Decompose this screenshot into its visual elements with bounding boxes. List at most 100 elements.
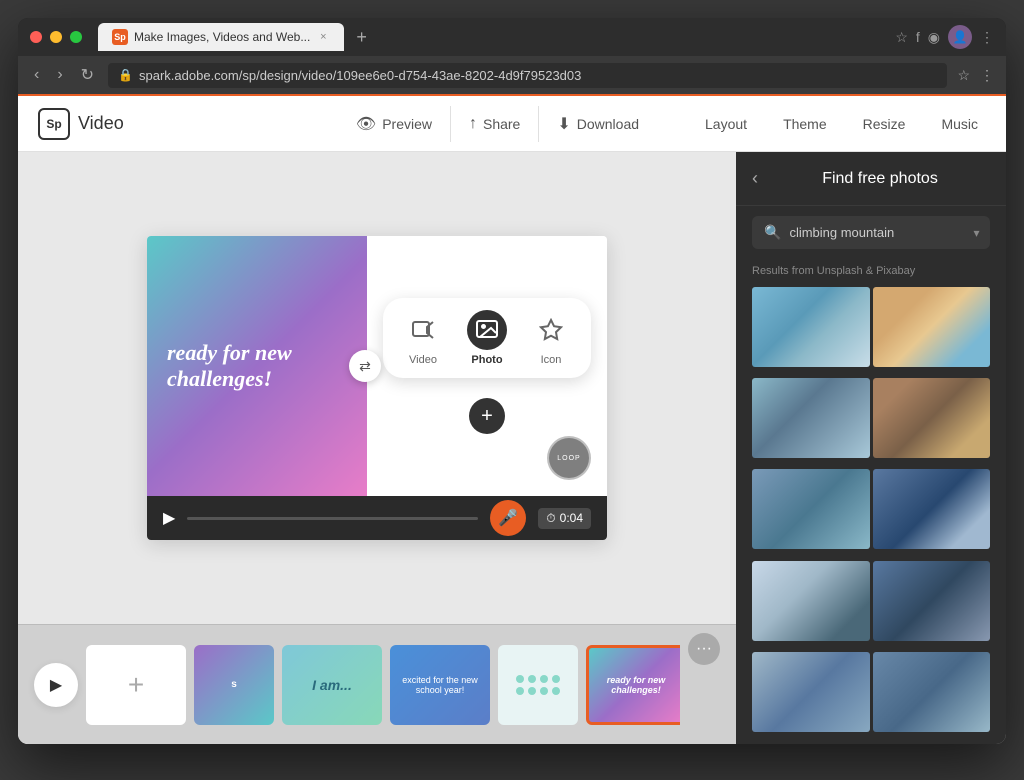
photo-item[interactable] [873,469,991,549]
address-right-icons: ☆ ⋮ [957,67,994,84]
slide-2-text: I am... [312,677,352,693]
slide-4-dots [516,675,560,695]
photo-item[interactable] [873,378,991,458]
url-text: spark.adobe.com/sp/design/video/109ee6e0… [139,68,937,83]
video-controls: ▶ 🎤 ⏱ 0:04 [147,496,607,540]
download-icon: ⬇ [557,114,570,134]
minimize-button[interactable] [50,31,62,43]
bookmark-icon[interactable]: ☆ [895,29,908,46]
slide-1-text: s [231,679,237,690]
tab-close-button[interactable]: × [316,30,330,44]
timeline-slide-3[interactable]: excited for the new school year! [390,645,490,725]
timeline-slide-1[interactable]: s [194,645,274,725]
preview-label: Preview [382,116,432,132]
preview-icon: 👁 [356,114,376,134]
share-label: Share [483,116,520,132]
slide-5-text: ready for new challenges! [594,675,678,695]
slide-3-text: excited for the new school year! [395,675,485,695]
video-option[interactable]: Video [403,310,443,366]
download-label: Download [577,116,639,132]
music-button[interactable]: Music [933,108,986,140]
slide-3-wrapper: excited for the new school year! 3 [390,645,490,725]
more-icon[interactable]: ⋮ [980,67,994,84]
toolbar-right: Layout Theme Resize Music [697,108,986,140]
right-panel: ‹ Find free photos 🔍 ▾ Results from Unsp… [736,152,1006,744]
slide-2-wrapper: I am... 2 [282,645,382,725]
forward-button[interactable]: › [53,62,66,88]
share-button[interactable]: ↑ Share [451,106,539,142]
photo-item[interactable] [752,561,870,641]
preview-button[interactable]: 👁 Preview [338,106,451,142]
search-icon: 🔍 [764,224,781,241]
title-bar: Sp Make Images, Videos and Web... × + ☆ … [18,18,1006,56]
layout-button[interactable]: Layout [697,108,755,140]
play-button[interactable]: ▶ [163,508,175,528]
photo-item[interactable] [873,287,991,367]
photo-item[interactable] [752,287,870,367]
refresh-button[interactable]: ↻ [77,61,98,89]
more-options-button[interactable]: ··· [688,633,720,665]
search-input[interactable] [789,225,965,240]
theme-button[interactable]: Theme [775,108,835,140]
photo-item[interactable] [752,378,870,458]
clock-icon: ⏱ [546,511,555,526]
address-input[interactable]: 🔒 spark.adobe.com/sp/design/video/109ee6… [108,63,947,88]
photo-item[interactable] [752,469,870,549]
tab-favicon: Sp [112,29,128,45]
swap-icon[interactable]: ⇄ [349,350,381,382]
canvas-workspace: ready for new challenges! ⇄ [18,152,736,624]
star-icon[interactable]: ☆ [957,67,970,84]
app-window: Sp Make Images, Videos and Web... × + ☆ … [18,18,1006,744]
new-tab-button[interactable]: + [356,27,367,48]
facebook-icon[interactable]: f [916,29,920,45]
duration-display: ⏱ 0:04 [538,508,591,529]
slide-5-wrapper: ready for new challenges! 4 [586,645,680,725]
video-card: ready for new challenges! ⇄ [147,236,607,540]
mic-button[interactable]: 🎤 [490,500,526,536]
title-bar-controls: ☆ f ◉ 👤 ⋮ [895,25,994,49]
icon-option[interactable]: Icon [531,310,571,366]
slide-right-panel: ⇄ [367,236,607,496]
duration-text: 0:04 [560,511,583,525]
timeline-slide-4[interactable] [498,645,578,725]
timeline-play-button[interactable]: ▶ [34,663,78,707]
search-box[interactable]: 🔍 ▾ [752,216,990,249]
loop-badge[interactable]: LOOP [547,436,591,480]
slide-left-panel[interactable]: ready for new challenges! [147,236,367,496]
menu-icon[interactable]: ⋮ [980,29,994,46]
panel-search: 🔍 ▾ [736,206,1006,259]
slide-text: ready for new challenges! [167,340,347,393]
slide-1-wrapper: s [194,645,274,725]
app-title: Video [78,113,124,134]
photo-option-icon [467,310,507,350]
photo-grid [736,283,1006,744]
photo-option[interactable]: Photo [467,310,507,366]
video-option-icon [403,310,443,350]
extensions-icon[interactable]: ◉ [928,29,940,46]
panel-header: ‹ Find free photos [736,152,1006,206]
add-slide-button[interactable]: + [86,645,186,725]
timeline: ▶ + s I am... 2 [18,624,736,744]
user-avatar[interactable]: 👤 [948,25,972,49]
resize-button[interactable]: Resize [855,108,914,140]
photo-item[interactable] [752,652,870,732]
loop-badge-text: LOOP [557,455,580,462]
add-media-button[interactable]: + [469,398,505,434]
sp-logo-icon: Sp [38,108,70,140]
maximize-button[interactable] [70,31,82,43]
progress-bar[interactable] [187,517,478,520]
timeline-slide-2[interactable]: I am... [282,645,382,725]
timeline-slide-5[interactable]: ready for new challenges! [586,645,680,725]
active-tab[interactable]: Sp Make Images, Videos and Web... × [98,23,344,51]
close-button[interactable] [30,31,42,43]
toolbar-actions: 👁 Preview ↑ Share ⬇ Download [338,106,657,142]
dropdown-arrow-icon[interactable]: ▾ [973,226,979,240]
traffic-lights [30,31,82,43]
media-picker: Video [383,298,591,378]
back-button[interactable]: ‹ [30,62,43,88]
panel-back-button[interactable]: ‹ [752,168,758,189]
photo-item[interactable] [873,561,991,641]
main-content: ready for new challenges! ⇄ [18,152,1006,744]
download-button[interactable]: ⬇ Download [539,106,657,142]
photo-item[interactable] [873,652,991,732]
